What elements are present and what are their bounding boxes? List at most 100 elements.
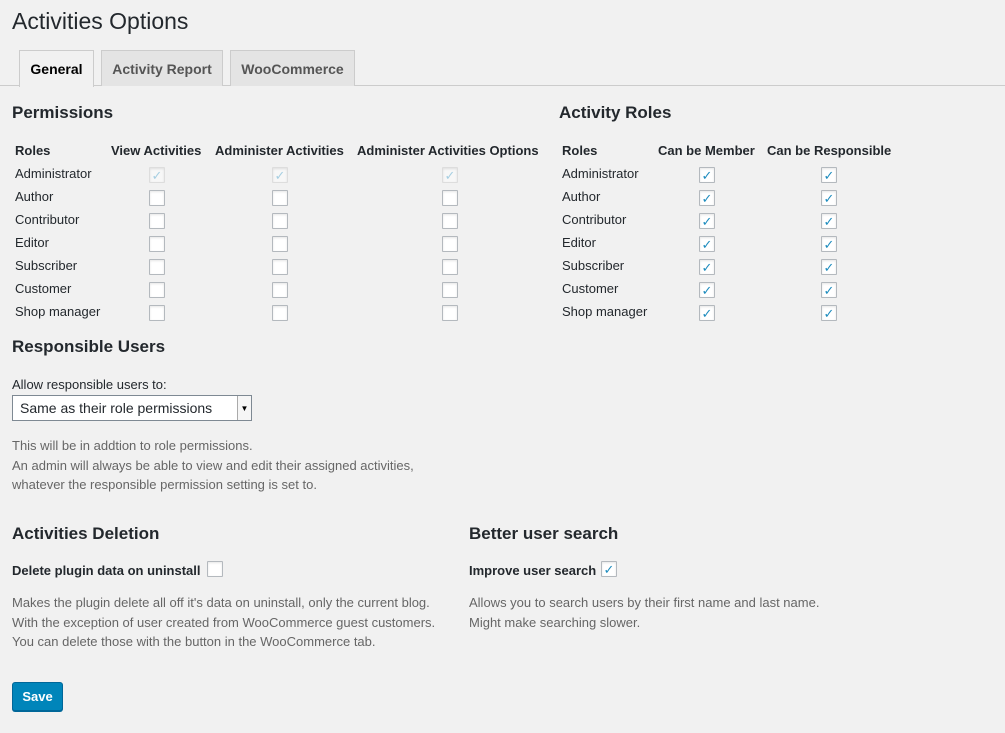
permission-checkbox-subscriber-2[interactable]: [442, 259, 458, 275]
activity-role-subscriber: Subscriber: [562, 258, 625, 273]
checkmark-icon: ✓: [823, 190, 835, 206]
activity-roles-col-member: Can be Member: [658, 143, 755, 158]
checkmark-icon: ✓: [274, 167, 286, 183]
activity-role-checkbox-administrator-1[interactable]: ✓: [821, 167, 837, 183]
permission-checkbox-administrator-0: ✓: [149, 167, 165, 183]
permission-checkbox-customer-0[interactable]: [149, 282, 165, 298]
improve-search-checkbox[interactable]: ✓: [601, 561, 617, 577]
checkmark-icon: ✓: [701, 213, 713, 229]
description-line: You can delete those with the button in …: [12, 634, 376, 649]
activity-role-checkbox-contributor-1[interactable]: ✓: [821, 213, 837, 229]
checkmark-icon: ✓: [823, 305, 835, 321]
description-line: An admin will always be able to view and…: [12, 457, 414, 473]
activity-role-checkbox-administrator-0[interactable]: ✓: [699, 167, 715, 183]
permission-checkbox-author-1[interactable]: [272, 190, 288, 206]
activities-deletion-heading: Activities Deletion: [12, 524, 160, 543]
checkmark-icon: ✓: [701, 282, 713, 298]
activity-role-checkbox-subscriber-1[interactable]: ✓: [821, 259, 837, 275]
better-user-search-description: Allows you to search users by their firs…: [469, 593, 819, 632]
permission-checkbox-subscriber-0[interactable]: [149, 259, 165, 275]
permission-checkbox-editor-2[interactable]: [442, 236, 458, 252]
checkmark-icon: ✓: [701, 190, 713, 206]
activity-role-checkbox-author-0[interactable]: ✓: [699, 190, 715, 206]
page-title: Activities Options: [12, 8, 189, 34]
activities-deletion-description: Makes the plugin delete all off it's dat…: [12, 593, 435, 652]
permission-checkbox-shop-manager-0[interactable]: [149, 305, 165, 321]
activity-role-checkbox-editor-1[interactable]: ✓: [821, 236, 837, 252]
activity-role-checkbox-shop-manager-0[interactable]: ✓: [699, 305, 715, 321]
permission-checkbox-subscriber-1[interactable]: [272, 259, 288, 275]
responsible-users-select[interactable]: Same as their role permissions ▼: [12, 395, 252, 421]
permission-checkbox-contributor-0[interactable]: [149, 213, 165, 229]
activity-role-shop-manager: Shop manager: [562, 304, 648, 319]
permission-checkbox-author-2[interactable]: [442, 190, 458, 206]
checkmark-icon: ✓: [701, 259, 713, 275]
better-user-search-heading: Better user search: [469, 524, 619, 543]
permissions-role-contributor: Contributor: [15, 212, 80, 227]
permission-checkbox-shop-manager-1[interactable]: [272, 305, 288, 321]
activity-role-checkbox-customer-1[interactable]: ✓: [821, 282, 837, 298]
description-line: whatever the responsible permission sett…: [12, 477, 317, 492]
checkmark-icon: ✓: [823, 167, 835, 183]
tab-activity-report[interactable]: Activity Report: [101, 50, 223, 86]
permissions-role-customer: Customer: [15, 281, 72, 296]
permission-checkbox-customer-1[interactable]: [272, 282, 288, 298]
permission-checkbox-editor-1[interactable]: [272, 236, 288, 252]
activity-roles-heading: Activity Roles: [559, 103, 672, 122]
activity-roles-col-responsible: Can be Responsible: [767, 143, 892, 158]
permissions-role-author: Author: [15, 189, 54, 204]
checkmark-icon: ✓: [823, 282, 835, 298]
checkmark-icon: ✓: [603, 561, 615, 577]
checkmark-icon: ✓: [823, 213, 835, 229]
activity-role-checkbox-editor-0[interactable]: ✓: [699, 236, 715, 252]
tab-woocommerce[interactable]: WooCommerce: [230, 50, 355, 86]
checkmark-icon: ✓: [823, 259, 835, 275]
permission-checkbox-contributor-2[interactable]: [442, 213, 458, 229]
activity-role-author: Author: [562, 189, 601, 204]
checkmark-icon: ✓: [151, 167, 163, 183]
permissions-role-shop-manager: Shop manager: [15, 304, 101, 319]
permissions-col-administer-options: Administer Activities Options: [357, 143, 539, 158]
activity-role-checkbox-author-1[interactable]: ✓: [821, 190, 837, 206]
activity-role-customer: Customer: [562, 281, 619, 296]
activity-role-checkbox-customer-0[interactable]: ✓: [699, 282, 715, 298]
activity-role-checkbox-shop-manager-1[interactable]: ✓: [821, 305, 837, 321]
responsible-users-label: Allow responsible users to:: [12, 377, 167, 392]
activity-role-administrator: Administrator: [562, 166, 639, 181]
activity-role-editor: Editor: [562, 235, 596, 250]
save-button[interactable]: Save: [12, 682, 63, 711]
permission-checkbox-shop-manager-2[interactable]: [442, 305, 458, 321]
description-line: This will be in addtion to role permissi…: [12, 438, 253, 453]
delete-data-label: Delete plugin data on uninstall: [12, 563, 201, 578]
activity-role-checkbox-subscriber-0[interactable]: ✓: [699, 259, 715, 275]
chevron-down-icon[interactable]: ▼: [237, 396, 251, 420]
permission-checkbox-contributor-1[interactable]: [272, 213, 288, 229]
checkmark-icon: ✓: [701, 236, 713, 252]
activity-role-checkbox-contributor-0[interactable]: ✓: [699, 213, 715, 229]
responsible-users-heading: Responsible Users: [12, 337, 166, 356]
permission-checkbox-administrator-2: ✓: [442, 167, 458, 183]
activity-roles-col-roles: Roles: [562, 143, 598, 158]
description-line: With the exception of user created from …: [12, 614, 436, 630]
permission-checkbox-author-0[interactable]: [149, 190, 165, 206]
description-line: Makes the plugin delete all off it's dat…: [12, 595, 430, 610]
permission-checkbox-customer-2[interactable]: [442, 282, 458, 298]
checkmark-icon: ✓: [701, 305, 713, 321]
permissions-role-editor: Editor: [15, 235, 49, 250]
activity-role-contributor: Contributor: [562, 212, 627, 227]
permissions-role-subscriber: Subscriber: [15, 258, 78, 273]
permissions-col-administer: Administer Activities: [215, 143, 344, 158]
delete-data-checkbox[interactable]: [207, 561, 223, 577]
permission-checkbox-editor-0[interactable]: [149, 236, 165, 252]
tab-general[interactable]: General: [19, 50, 94, 87]
permissions-col-view: View Activities: [111, 143, 202, 158]
description-line: Allows you to search users by their firs…: [469, 595, 820, 610]
select-value: Same as their role permissions: [20, 400, 213, 416]
permissions-col-roles: Roles: [15, 143, 51, 158]
responsible-users-description: This will be in addtion to role permissi…: [12, 436, 414, 495]
checkmark-icon: ✓: [823, 236, 835, 252]
checkmark-icon: ✓: [701, 167, 713, 183]
improve-search-label: Improve user search: [469, 563, 597, 578]
checkmark-icon: ✓: [444, 167, 456, 183]
permissions-heading: Permissions: [12, 103, 114, 122]
